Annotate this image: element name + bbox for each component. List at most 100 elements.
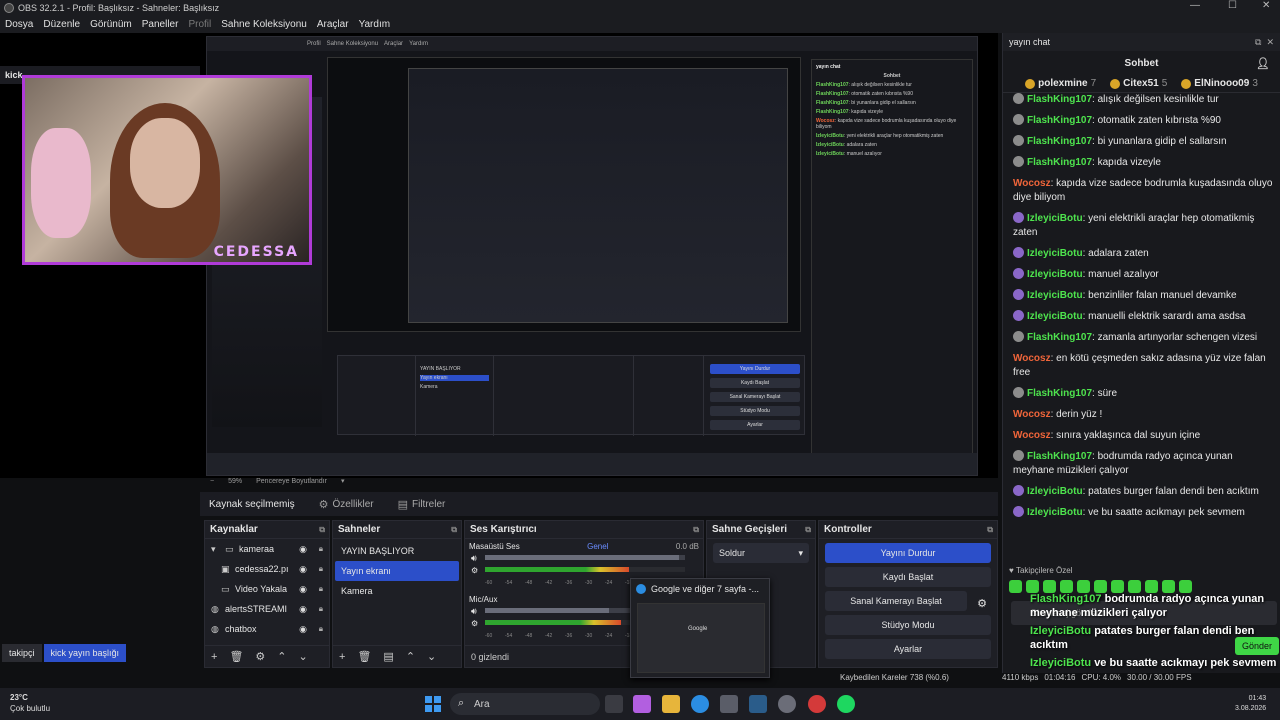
emote-icon[interactable]: [1060, 579, 1073, 593]
chat-messages[interactable]: FlashKing107: alışık değilsen kesinlikle…: [1003, 93, 1280, 553]
zoom-dropdown-icon[interactable]: ▾: [341, 477, 345, 485]
chat-username[interactable]: Wocosz: [1013, 178, 1051, 189]
emote-icon[interactable]: [1145, 579, 1158, 593]
visibility-icon[interactable]: ◉: [299, 624, 307, 635]
settings-button[interactable]: Ayarlar: [825, 639, 991, 659]
chat-username[interactable]: Wocosz: [1013, 409, 1051, 420]
chat-username[interactable]: FlashKing107: [1027, 451, 1092, 462]
emote-icon[interactable]: [1077, 579, 1090, 593]
weather-widget[interactable]: 23°C Çok bulutlu: [10, 692, 50, 714]
undock-icon[interactable]: ⧉: [805, 525, 811, 535]
filters-button[interactable]: ▤ Filtreler: [398, 498, 446, 511]
undock-icon[interactable]: ⧉: [987, 525, 993, 535]
chat-username[interactable]: IzleyiciBotu: [1027, 248, 1083, 259]
undock-icon[interactable]: ⧉: [1255, 37, 1261, 47]
minimize-button[interactable]: —: [1190, 0, 1200, 11]
gifter-item[interactable]: ElNinooo09 3: [1181, 78, 1258, 89]
emote-icon[interactable]: [1026, 579, 1039, 593]
source-item[interactable]: ◍ alertsSTREAMI ◉ 🔒︎: [205, 599, 329, 619]
maximize-button[interactable]: ☐: [1228, 0, 1237, 11]
steam-icon[interactable]: [749, 695, 767, 713]
emote-icon[interactable]: [1043, 579, 1056, 593]
task-view-icon[interactable]: [605, 695, 623, 713]
emote-icon[interactable]: [1179, 579, 1192, 593]
scene-item[interactable]: YAYIN BAŞLIYOR: [335, 541, 459, 561]
visibility-icon[interactable]: ◉: [299, 604, 307, 615]
lock-icon[interactable]: 🔒︎: [319, 624, 323, 634]
mixer-settings-icon[interactable]: ⚙: [471, 619, 478, 628]
source-item[interactable]: ▭ Video Yakala ◉ 🔒︎: [205, 579, 329, 599]
chat-username[interactable]: Wocosz: [1013, 430, 1051, 441]
menu-scene-collection[interactable]: Sahne Koleksiyonu: [221, 19, 307, 30]
lock-icon[interactable]: 🔒︎: [319, 564, 323, 574]
menu-docks[interactable]: Paneller: [142, 19, 179, 30]
emote-icon[interactable]: [1094, 579, 1107, 593]
emote-icon[interactable]: [1162, 579, 1175, 593]
chat-username[interactable]: IzleyiciBotu: [1027, 311, 1083, 322]
chat-username[interactable]: IzleyiciBotu: [1027, 486, 1083, 497]
mixer-settings-icon[interactable]: ⚙: [471, 566, 478, 575]
speaker-icon[interactable]: 🔊︎: [471, 606, 477, 617]
fit-window-label[interactable]: Pencereye Boyutlandır: [256, 478, 327, 485]
volume-slider[interactable]: [485, 555, 685, 560]
start-virtual-camera-button[interactable]: Sanal Kamerayı Başlat: [825, 591, 967, 611]
visibility-icon[interactable]: ◉: [299, 584, 307, 595]
lock-icon[interactable]: 🔒︎: [319, 544, 323, 554]
chat-username[interactable]: Wocosz: [1013, 353, 1051, 364]
chat-username[interactable]: IzleyiciBotu: [1027, 290, 1083, 301]
add-source-button[interactable]: +: [211, 651, 217, 663]
source-settings-button[interactable]: ⚙: [255, 650, 265, 663]
undock-icon[interactable]: ⧉: [319, 525, 325, 535]
chat-username[interactable]: FlashKing107: [1027, 332, 1092, 343]
scene-item-selected[interactable]: Yayın ekranı: [335, 561, 459, 581]
menu-help[interactable]: Yardım: [359, 19, 391, 30]
source-item[interactable]: ▾ ▭ kameraa ◉ 🔒︎: [205, 539, 329, 559]
expand-icon[interactable]: ▾: [211, 544, 225, 555]
spotify-icon[interactable]: [837, 695, 855, 713]
menu-file[interactable]: Dosya: [5, 19, 33, 30]
lock-icon[interactable]: 🔒︎: [319, 584, 323, 594]
menu-tools[interactable]: Araçlar: [317, 19, 349, 30]
visibility-icon[interactable]: ◉: [299, 564, 307, 575]
scene-item[interactable]: Kamera: [335, 581, 459, 601]
add-scene-button[interactable]: +: [339, 651, 345, 663]
chat-username[interactable]: IzleyiciBotu: [1027, 213, 1083, 224]
source-item[interactable]: ◍ chatbox ◉ 🔒︎: [205, 619, 329, 639]
app-icon[interactable]: [808, 695, 826, 713]
emote-icon[interactable]: [1128, 579, 1141, 593]
source-item[interactable]: ▣ cedessa22.pı ◉ 🔒︎: [205, 559, 329, 579]
gifter-item[interactable]: polexmine 7: [1025, 78, 1096, 89]
edge-icon[interactable]: [691, 695, 709, 713]
start-button[interactable]: [425, 696, 441, 712]
browser-thumbnail[interactable]: Google ve diğer 7 sayfa -... Google: [630, 578, 770, 678]
menu-edit[interactable]: Düzenle: [43, 19, 80, 30]
remove-scene-button[interactable]: 🗑︎: [357, 650, 371, 663]
zoom-out-button[interactable]: −: [210, 478, 214, 485]
chat-username[interactable]: FlashKing107: [1027, 388, 1092, 399]
stream-preview[interactable]: kick Profil Sahne Koleksiyonu Araçlar Ya…: [0, 33, 998, 478]
undock-icon[interactable]: ⧉: [451, 525, 457, 535]
start-recording-button[interactable]: Kaydı Başlat: [825, 567, 991, 587]
chat-username[interactable]: FlashKing107: [1027, 136, 1092, 147]
copilot-icon[interactable]: [633, 695, 651, 713]
scene-filters-button[interactable]: ▤: [383, 650, 393, 663]
visibility-icon[interactable]: ◉: [299, 544, 307, 555]
close-icon[interactable]: ✕: [1266, 37, 1274, 47]
chat-username[interactable]: IzleyiciBotu: [1027, 507, 1083, 518]
file-explorer-icon[interactable]: [662, 695, 680, 713]
move-down-button[interactable]: ⌄: [299, 650, 308, 663]
chat-username[interactable]: FlashKing107: [1027, 94, 1092, 105]
undock-icon[interactable]: ⧉: [693, 525, 699, 535]
close-button[interactable]: ✕: [1262, 0, 1270, 11]
menu-view[interactable]: Görünüm: [90, 19, 132, 30]
taskbar-search[interactable]: ⌕ Ara: [450, 693, 600, 715]
transition-select[interactable]: Soldur ▾: [713, 543, 809, 563]
chat-username[interactable]: FlashKing107: [1027, 157, 1092, 168]
emote-icon[interactable]: [1111, 579, 1124, 593]
users-icon[interactable]: 👤︎: [1256, 57, 1270, 70]
chat-username[interactable]: FlashKing107: [1027, 115, 1092, 126]
move-up-button[interactable]: ⌃: [277, 650, 286, 663]
emote-icon[interactable]: [1009, 579, 1022, 593]
store-icon[interactable]: [720, 695, 738, 713]
remove-source-button[interactable]: 🗑︎: [229, 650, 243, 663]
